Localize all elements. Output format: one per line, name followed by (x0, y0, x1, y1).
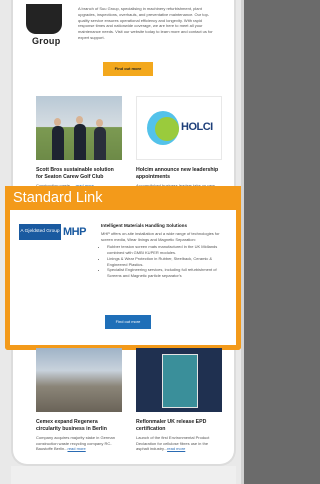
card-title: Scott Bros sustainable solution for Seat… (36, 167, 114, 180)
golf-club-photo (36, 96, 122, 160)
read-more-link[interactable]: read more (167, 446, 185, 451)
card-title: Cemex expand Regenera circularity busine… (36, 419, 107, 432)
person-figure (94, 127, 106, 160)
news-card[interactable]: Reflonmaler UK release EPD certification… (136, 348, 222, 452)
intro-text: A branch of Suu Group, specialising in m… (78, 6, 213, 40)
epd-certificate-image (136, 348, 222, 412)
card-title: Holcim announce new leadership appointme… (136, 167, 219, 180)
person-figure (74, 124, 86, 160)
certificate-document-icon (162, 354, 198, 408)
news-card[interactable]: Scott Bros sustainable solution for Seat… (36, 96, 122, 189)
news-card[interactable]: HOLCI Holcim announce new leadership app… (136, 96, 222, 200)
card-title: Reflonmaler UK release EPD certification (136, 419, 207, 432)
mhp-logo: A Gjeldsted Group company MHP (19, 224, 87, 250)
holcim-mark-icon (155, 117, 179, 141)
list-item: Rubber tension screen mats manufactured … (107, 244, 223, 255)
person-head (54, 118, 61, 126)
person-head (76, 116, 83, 124)
mhp-find-out-more-button[interactable]: Find out more (105, 315, 151, 329)
list-item: Specialist Engineering services, includi… (107, 267, 223, 278)
holcim-wordmark: HOLCI (181, 121, 213, 133)
uow-group-logo: Group (22, 0, 68, 52)
logo-group-label: Group (32, 36, 61, 46)
recycling-plant-photo (36, 348, 122, 412)
standard-link-tag: Standard Link (5, 186, 241, 212)
mhp-bullet-list: Rubber tension screen mats manufactured … (101, 244, 223, 278)
person-head (96, 119, 103, 127)
list-item: Linings & Wear Protection in Rubber, Ste… (107, 256, 223, 267)
mhp-description: MHP offers on-site installation and a wi… (101, 231, 223, 279)
mhp-logo-mark: A Gjeldsted Group company (19, 224, 61, 250)
device-bottom-edge (11, 466, 236, 484)
person-figure (52, 126, 64, 160)
news-card[interactable]: Cemex expand Regenera circularity busine… (36, 348, 122, 452)
holcim-logo-image: HOLCI (136, 96, 222, 160)
read-more-link[interactable]: read more (68, 446, 86, 451)
mhp-intro: MHP offers on-site installation and a wi… (101, 231, 220, 242)
mhp-title: Intelligent Materials Handling Solutions (101, 223, 188, 228)
card-text: Launch of the first Environmental Produc… (136, 435, 210, 452)
card-text: Company acquires majority stake in Germa… (36, 435, 115, 452)
uow-logo-mark (26, 4, 62, 34)
mhp-wordmark: MHP (63, 226, 86, 238)
find-out-more-button[interactable]: Find out more (103, 62, 153, 76)
